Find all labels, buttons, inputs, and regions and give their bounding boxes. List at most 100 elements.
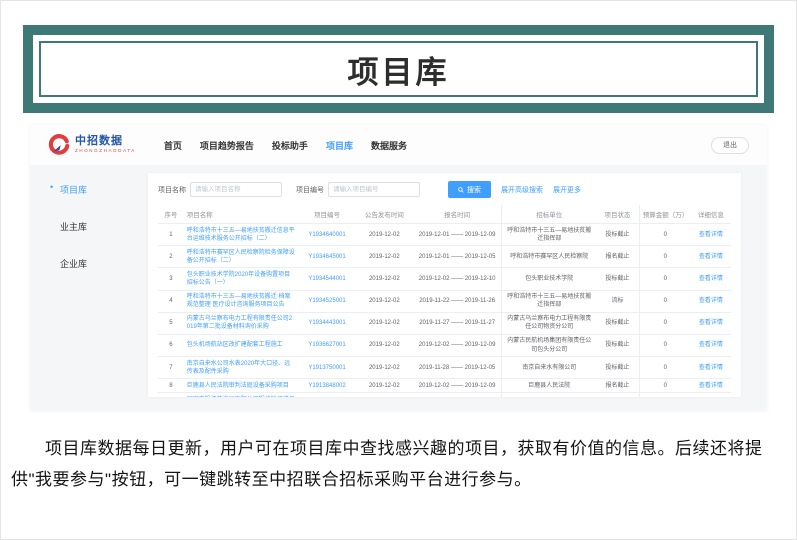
cell-budget: 0 bbox=[639, 357, 691, 379]
cell-tender-unit: 内蒙古乌兰察布电力工程有限责任公司物资分公司 bbox=[502, 312, 597, 334]
cell-tender-unit: 呼和浩特市赛罕区人民检察院 bbox=[502, 246, 597, 268]
column-header: 公告发布时间 bbox=[356, 205, 413, 224]
cell-budget: 0 bbox=[639, 334, 691, 356]
view-detail-link[interactable]: 查看详情 bbox=[691, 334, 731, 356]
sidebar-item[interactable]: •项目库 bbox=[60, 183, 148, 196]
title-banner: 项目库 bbox=[23, 25, 774, 113]
cell-project-code-link[interactable]: Y1937400111 bbox=[298, 393, 355, 397]
cell-budget: 0 bbox=[639, 290, 691, 312]
cell-project-name-link[interactable]: 巨鹿县人民法院审判法庭设备采购项目 bbox=[184, 379, 299, 393]
view-detail-link[interactable]: 查看详情 bbox=[691, 312, 731, 334]
column-header: 报名时间 bbox=[413, 205, 502, 224]
logo-subtitle: ZHONGZHAODATA bbox=[75, 149, 136, 154]
cell-project-code-link[interactable]: Y1934640001 bbox=[298, 224, 355, 246]
cell-index: 3 bbox=[158, 268, 184, 290]
cell-project-status: 投标截止 bbox=[596, 224, 639, 246]
cell-project-code-link[interactable]: Y1934525001 bbox=[298, 290, 355, 312]
view-detail-link[interactable]: 查看详情 bbox=[691, 290, 731, 312]
column-header: 详细信息 bbox=[691, 205, 731, 224]
cell-budget: 0 bbox=[639, 312, 691, 334]
cell-index: 9 bbox=[158, 393, 184, 397]
cell-project-code-link[interactable]: Y1913750001 bbox=[298, 357, 355, 379]
expand-more-link[interactable]: 展开更多 bbox=[553, 185, 581, 195]
column-header: 项目状态 bbox=[596, 205, 639, 224]
view-detail-link[interactable]: 查看详情 bbox=[691, 357, 731, 379]
sidebar-item-label: 企业库 bbox=[60, 259, 87, 269]
table-row: 2呼和浩特市赛罕区人民检察院检务保障设备公开招标（二）Y193464500120… bbox=[158, 246, 731, 268]
logo[interactable]: 中招数据 ZHONGZHAODATA bbox=[48, 134, 136, 156]
table-row: 4呼和浩特市十三五—易地扶贫搬迁 档案规范整理 医疗设计咨询服务项目公告Y193… bbox=[158, 290, 731, 312]
logo-text: 中招数据 ZHONGZHAODATA bbox=[75, 136, 136, 154]
table-row: 9国家电投江苏海运有限公司锅炉检修维保服务项目Y1937400111 2019-1… bbox=[158, 393, 731, 397]
expand-advanced-search-link[interactable]: 展开高级搜索 bbox=[501, 185, 543, 195]
app-body: •项目库业主库企业库 项目名称 项目编号 搜索 展开高级搜索 展开更多 序号项目… bbox=[30, 165, 767, 411]
nav-item[interactable]: 项目库 bbox=[326, 139, 353, 152]
cell-publish-time: 2019-12-02 bbox=[356, 334, 413, 356]
view-detail-link[interactable]: 查看详情 bbox=[691, 393, 731, 397]
cell-project-code-link[interactable]: Y1936627001 bbox=[298, 334, 355, 356]
cell-project-name-link[interactable]: 呼和浩特市十三五—易地扶贫搬迁 档案规范整理 医疗设计咨询服务项目公告 bbox=[184, 290, 299, 312]
cell-project-name-link[interactable]: 包头机场航站区改扩建配套工程施工 bbox=[184, 334, 299, 356]
cell-index: 6 bbox=[158, 334, 184, 356]
cell-tender-unit: 巨鹿县人民法院 bbox=[502, 379, 597, 393]
cell-tender-unit: 呼和浩特市十三五—易地扶贫搬迁指挥部 bbox=[502, 290, 597, 312]
cell-project-code-link[interactable]: Y1934645001 bbox=[298, 246, 355, 268]
cell-index: 2 bbox=[158, 246, 184, 268]
project-code-input[interactable] bbox=[328, 182, 420, 197]
cell-tender-unit: 国家电投江苏海运有限公司 bbox=[502, 393, 597, 397]
search-button[interactable]: 搜索 bbox=[448, 181, 491, 198]
cell-project-name-link[interactable]: 呼和浩特市十三五—易地扶贫搬迁信息平台运维技术服务公开招标（二） bbox=[184, 224, 299, 246]
nav-item[interactable]: 数据服务 bbox=[371, 139, 407, 152]
view-detail-link[interactable]: 查看详情 bbox=[691, 268, 731, 290]
cell-tender-unit: 内蒙古民航机场集团有限责任公司包头分公司 bbox=[502, 334, 597, 356]
cell-publish-time: 2019-12-02 bbox=[356, 312, 413, 334]
cell-signup-time: 2019-11-27 —— 2019-11-27 bbox=[413, 312, 502, 334]
project-code-label: 项目编号 bbox=[296, 185, 324, 195]
cell-signup-time: 2019-12-02 —— 2019-12-10 bbox=[413, 268, 502, 290]
table-header-row: 序号项目名称项目编号公告发布时间报名时间招标单位项目状态预算金额（万）详细信息 bbox=[158, 205, 731, 224]
nav-item[interactable]: 首页 bbox=[164, 139, 182, 152]
cell-publish-time: 2019-12-02 bbox=[356, 290, 413, 312]
view-detail-link[interactable]: 查看详情 bbox=[691, 246, 731, 268]
cell-project-name-link[interactable]: 国家电投江苏海运有限公司锅炉检修维保服务项目 bbox=[184, 393, 299, 397]
cell-index: 1 bbox=[158, 224, 184, 246]
view-detail-link[interactable]: 查看详情 bbox=[691, 379, 731, 393]
cell-project-code-link[interactable]: Y1913848002 bbox=[298, 379, 355, 393]
sidebar-item[interactable]: 业主库 bbox=[60, 220, 148, 233]
table-row: 7南京自来水公司水表2020年大口径、远传表及配件采购Y191375000120… bbox=[158, 357, 731, 379]
cell-project-code-link[interactable]: Y1934544001 bbox=[298, 268, 355, 290]
cell-project-status: 投标截止 bbox=[596, 357, 639, 379]
cell-project-status: 投标截止 bbox=[596, 334, 639, 356]
main-nav: 首页 项目趋势报告 投标助手 项目库 数据服务 bbox=[164, 139, 407, 152]
app-header: 中招数据 ZHONGZHAODATA 首页 项目趋势报告 投标助手 项目库 数据服务 退… bbox=[30, 125, 767, 165]
cell-project-status: 投标截止 bbox=[596, 393, 639, 397]
cell-budget: 0 bbox=[639, 246, 691, 268]
view-detail-link[interactable]: 查看详情 bbox=[691, 224, 731, 246]
cell-signup-time: 2019-12-01 —— 2019-12-05 bbox=[413, 246, 502, 268]
logout-button[interactable]: 退出 bbox=[711, 137, 749, 154]
cell-publish-time: 2019-12-02 bbox=[356, 246, 413, 268]
sidebar-item[interactable]: 企业库 bbox=[60, 257, 148, 270]
cell-publish-time: 2019-12-02 bbox=[356, 268, 413, 290]
cell-project-name-link[interactable]: 内蒙古乌兰察布电力工程有限责任公司2019年第二批设备材料询价采购 bbox=[184, 312, 299, 334]
sidebar-item-label: 业主库 bbox=[60, 222, 87, 232]
page: 项目库 中招数据 ZHONGZHAODATA 首页项目趋势报告投标助手项目库数据… bbox=[0, 0, 797, 540]
cell-project-name-link[interactable]: 呼和浩特市赛罕区人民检察院检务保障设备公开招标（二） bbox=[184, 246, 299, 268]
cell-project-name-link[interactable]: 包头职业技术学院2020年设备购置项目招标公告（一） bbox=[184, 268, 299, 290]
cell-signup-time: 2019-11-22 —— 2019-11-28 bbox=[413, 393, 502, 397]
table-row: 6包头机场航站区改扩建配套工程施工Y19366270012019-12-0220… bbox=[158, 334, 731, 356]
project-name-input[interactable] bbox=[190, 182, 282, 197]
cell-signup-time: 2019-11-22 —— 2019-11-26 bbox=[413, 290, 502, 312]
cell-project-name-link[interactable]: 南京自来水公司水表2020年大口径、远传表及配件采购 bbox=[184, 357, 299, 379]
nav-item[interactable]: 项目趋势报告 bbox=[200, 139, 254, 152]
cell-project-status: 报名截止 bbox=[596, 379, 639, 393]
cell-signup-time: 2019-12-01 —— 2019-12-09 bbox=[413, 224, 502, 246]
page-title: 项目库 bbox=[348, 47, 450, 92]
logo-g-icon bbox=[48, 134, 70, 156]
cell-tender-unit: 包头职业技术学院 bbox=[502, 268, 597, 290]
cell-project-status: 报名截止 bbox=[596, 246, 639, 268]
table-body: 1呼和浩特市十三五—易地扶贫搬迁信息平台运维技术服务公开招标（二）Y193464… bbox=[158, 224, 731, 398]
nav-item[interactable]: 投标助手 bbox=[272, 139, 308, 152]
main-content-card: 项目名称 项目编号 搜索 展开高级搜索 展开更多 序号项目名称项目编号公告发布时… bbox=[148, 173, 741, 397]
cell-project-code-link[interactable]: Y1934443001 bbox=[298, 312, 355, 334]
